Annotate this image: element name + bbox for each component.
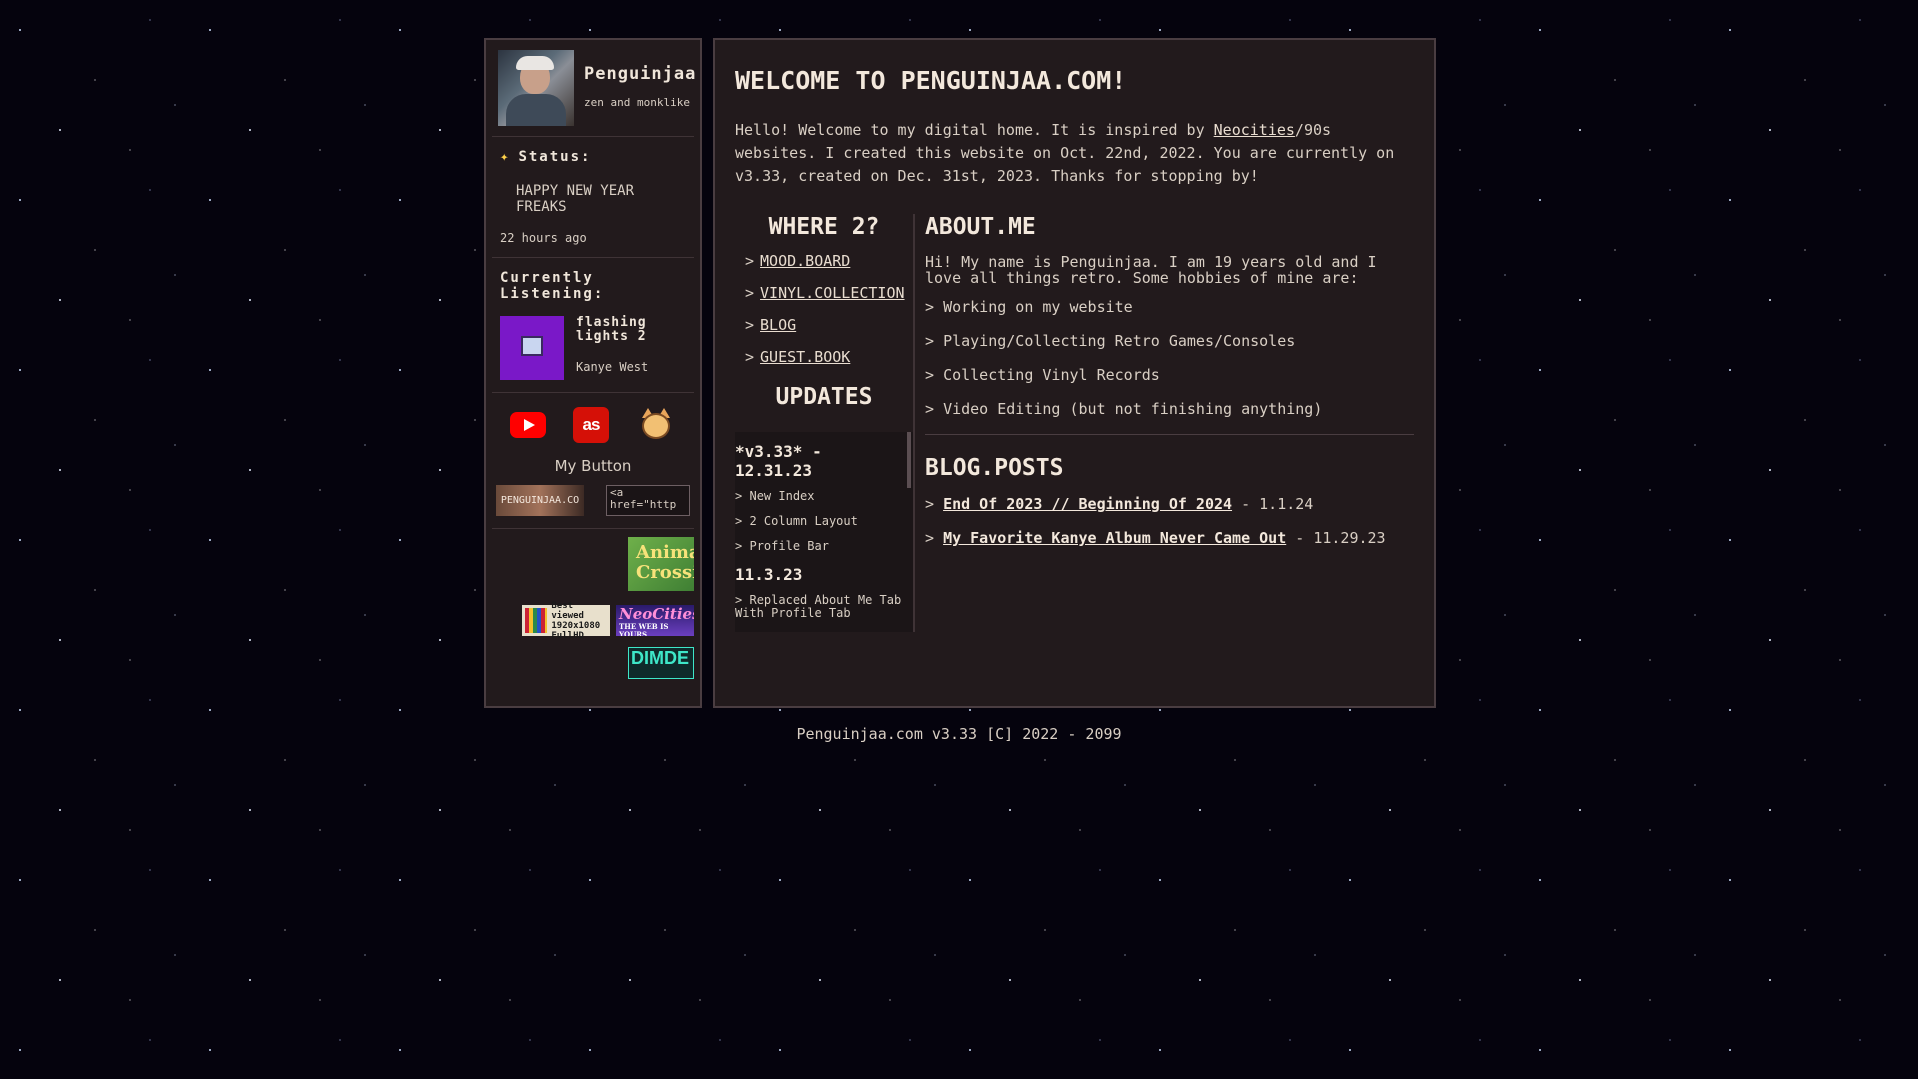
update-item: > 2 Column Layout <box>735 514 858 528</box>
updates-scrollbar[interactable] <box>907 432 911 488</box>
status-label: Status: <box>518 149 592 165</box>
blog-post-link[interactable]: End Of 2023 // Beginning Of 2024 <box>943 495 1232 513</box>
nav-link-blog[interactable]: BLOG <box>760 316 796 334</box>
track-title: flashing lights 2 <box>576 315 647 344</box>
profile-header: Penguinjaa zen and monklike <box>492 50 697 137</box>
status-text: HAPPY NEW YEAR FREAKS <box>516 183 635 215</box>
profile-sidebar: Penguinjaa zen and monklike ✦ Status: HA… <box>484 38 702 708</box>
update-head: 11.3.23 <box>735 565 803 584</box>
sparkle-icon: ✦ <box>500 149 511 165</box>
main-panel: WELCOME TO PENGUINJAA.COM! Hello! Welcom… <box>713 38 1436 708</box>
cat-icon[interactable] <box>636 407 676 443</box>
hd-badge-line1: Best viewed <box>551 600 584 621</box>
status-time: 22 hours ago <box>500 231 587 245</box>
nav-title: WHERE 2? <box>768 214 880 240</box>
dimde-badge[interactable]: DIMDE <box>628 647 694 679</box>
listening-section: Currently Listening: flashing lights 2 K… <box>492 258 694 393</box>
social-links: as <box>492 393 694 451</box>
hobby-item: > Collecting Vinyl Records <box>925 366 1160 384</box>
badges-area: Animal Crossing Best viewed 1920x1080 Fu… <box>492 529 694 679</box>
hd-badge-line3: FullHD <box>551 630 584 641</box>
lastfm-icon[interactable]: as <box>572 407 609 443</box>
tagline: zen and monklike <box>584 96 690 109</box>
about-column: ABOUT.ME Hi! My name is Penguinjaa. I am… <box>915 214 1414 632</box>
about-title: ABOUT.ME <box>925 214 1036 240</box>
hobby-item: > Playing/Collecting Retro Games/Console… <box>925 332 1296 350</box>
neocities-badge-sub: THE WEB IS YOURS <box>619 622 669 637</box>
nav-link-guest-book[interactable]: GUEST.BOOK <box>760 348 850 366</box>
page-title: WELCOME TO PENGUINJAA.COM! <box>735 66 1127 95</box>
blog-title: BLOG.POSTS <box>925 455 1064 481</box>
status-section: ✦ Status: HAPPY NEW YEAR FREAKS 22 hours… <box>492 137 694 258</box>
site-button-image[interactable]: PENGUINJAA.CO <box>496 485 584 516</box>
footer: Penguinjaa.com v3.33 [C] 2022 - 2099 <box>796 725 1122 743</box>
updates-title: UPDATES <box>775 384 873 410</box>
username: Penguinjaa <box>584 64 697 84</box>
track-artist: Kanye West <box>576 360 649 374</box>
neocities-link[interactable]: Neocities <box>1214 121 1295 139</box>
button-code-textarea[interactable]: <a href="http <box>606 485 690 516</box>
update-item: > Profile Bar <box>735 539 829 553</box>
hd-badge-line2: 1920x1080 <box>551 620 601 631</box>
intro-text: Hello! Welcome to my digital home. It is… <box>735 121 1395 185</box>
update-head: *v3.33* - 12.31.23 <box>735 442 822 480</box>
nav-link-mood-board[interactable]: MOOD.BOARD <box>760 252 850 270</box>
updates-scroll-box[interactable]: *v3.33* - 12.31.23 > New Index > 2 Colum… <box>735 432 913 632</box>
nav-link-vinyl-collection[interactable]: VINYL.COLLECTION <box>760 284 905 302</box>
section-divider <box>925 434 1414 435</box>
listening-label: Currently Listening: <box>500 270 605 302</box>
about-text: Hi! My name is Penguinjaa. I am 19 years… <box>925 253 1377 287</box>
hobby-item: > Working on my website <box>925 298 1133 316</box>
my-button-label: My Button <box>554 457 632 475</box>
neocities-badge-title: NeoCities <box>619 605 694 623</box>
hobby-item: > Video Editing (but not finishing anyth… <box>925 400 1323 418</box>
neocities-badge[interactable]: NeoCities THE WEB IS YOURS <box>616 605 694 636</box>
update-item: > Replaced About Me Tab With Profile Tab <box>735 593 902 620</box>
animal-crossing-badge[interactable]: Animal Crossing <box>628 537 694 591</box>
album-cover[interactable] <box>500 316 564 380</box>
blog-post-link[interactable]: My Favorite Kanye Album Never Came Out <box>943 529 1286 547</box>
update-item: > New Index <box>735 489 815 503</box>
blog-post-item: > My Favorite Kanye Album Never Came Out… <box>925 529 1386 547</box>
nav-column: WHERE 2? > MOOD.BOARD > VINYL.COLLECTION >… <box>735 214 915 632</box>
youtube-icon[interactable] <box>509 412 546 438</box>
avatar <box>498 50 574 126</box>
best-viewed-badge[interactable]: Best viewed 1920x1080 FullHD <box>522 601 610 641</box>
blog-post-item: > End Of 2023 // Beginning Of 2024 - 1.1… <box>925 495 1314 513</box>
